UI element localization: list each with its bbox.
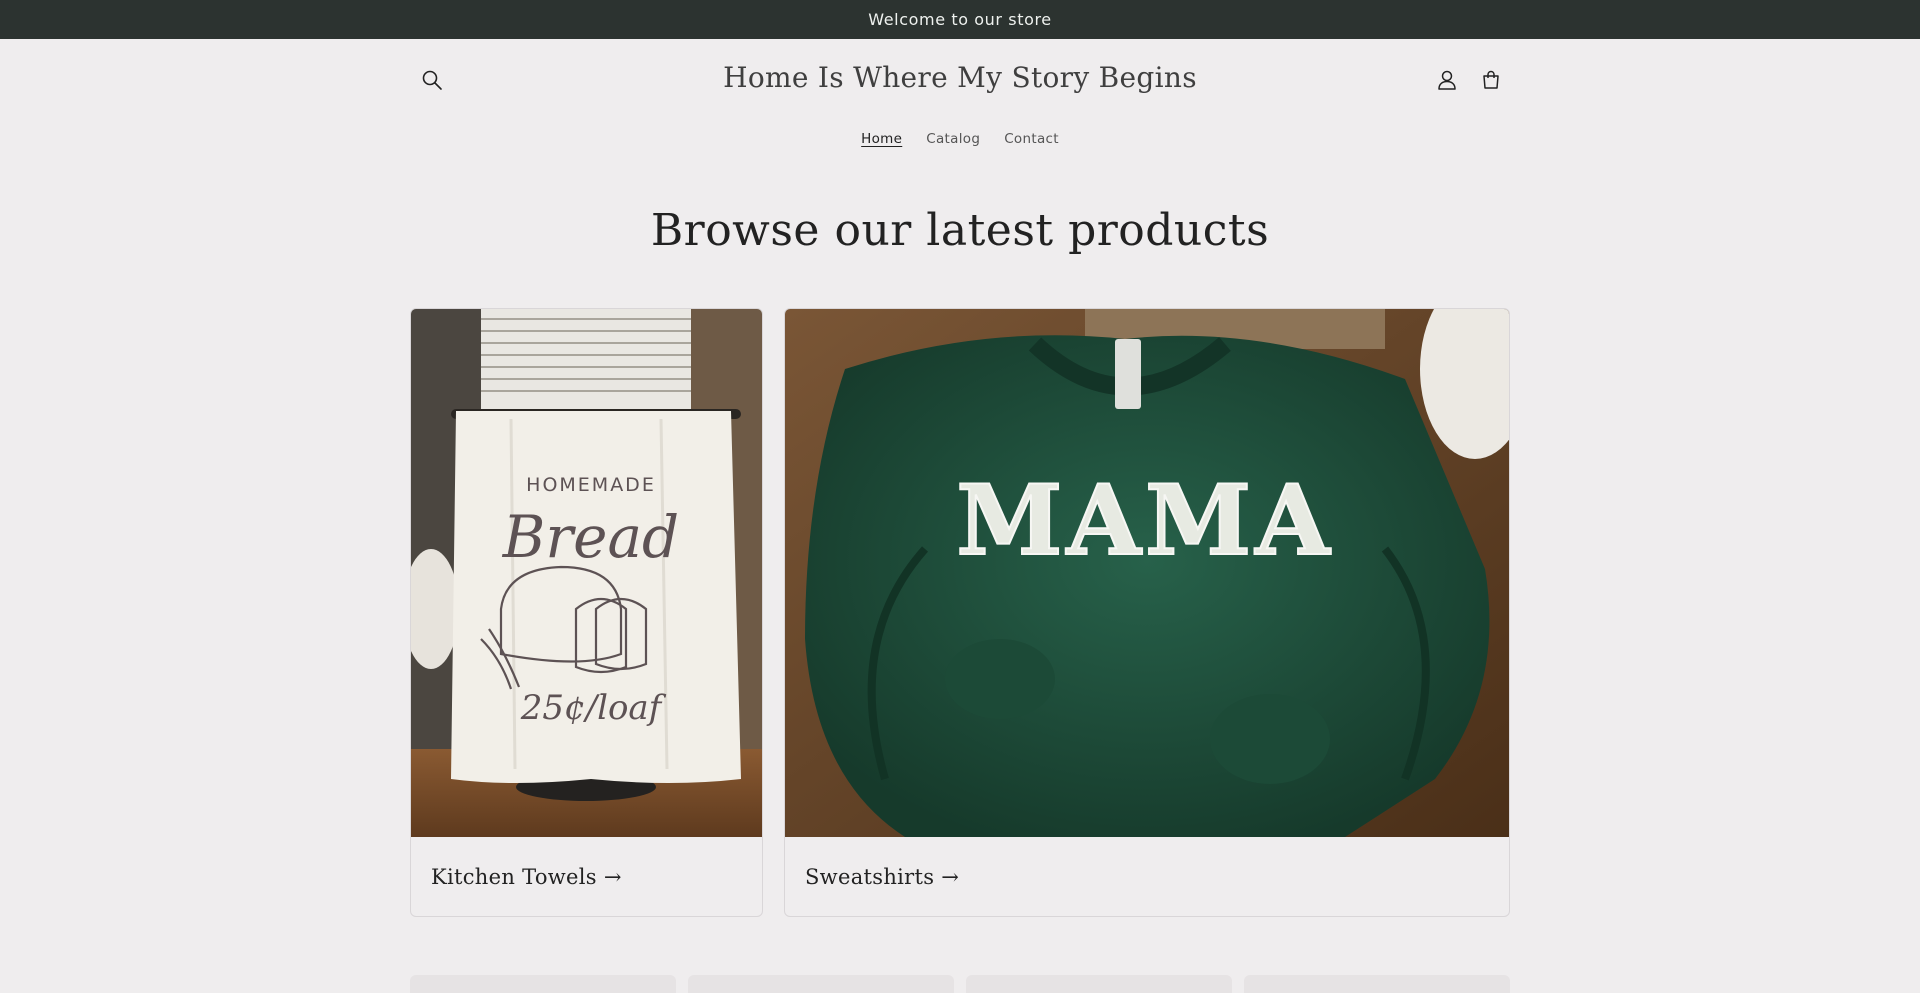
kitchen-towel-image: HOMEMADE Bread 25¢/loaf bbox=[411, 309, 762, 837]
section-heading: Browse our latest products bbox=[650, 205, 1270, 256]
collection-grid: HOMEMADE Bread 25¢/loaf Kitchen Towels → bbox=[410, 308, 1510, 917]
account-button[interactable] bbox=[1428, 61, 1466, 99]
preview-card bbox=[410, 975, 676, 993]
collection-title-kitchen-towels[interactable]: Kitchen Towels → bbox=[411, 837, 762, 916]
announcement-bar: Welcome to our store bbox=[0, 0, 1920, 39]
account-icon bbox=[1438, 70, 1456, 90]
cart-button[interactable] bbox=[1472, 61, 1510, 99]
towel-text-bread: Bread bbox=[502, 503, 679, 571]
announcement-text: Welcome to our store bbox=[868, 10, 1052, 29]
collection-card-sweatshirts[interactable]: MAMA Sweatshirts → bbox=[784, 308, 1510, 917]
sweatshirt-text-mama: MAMA bbox=[956, 464, 1334, 577]
towel-text-price: 25¢/loaf bbox=[520, 688, 667, 728]
store-title[interactable]: Home Is Where My Story Begins bbox=[0, 61, 1920, 94]
collection-title-sweatshirts[interactable]: Sweatshirts → bbox=[785, 837, 1509, 916]
nav-item-contact[interactable]: Contact bbox=[1004, 131, 1059, 147]
preview-card bbox=[966, 975, 1232, 993]
sweatshirt-image: MAMA bbox=[785, 309, 1509, 837]
collection-card-kitchen-towels[interactable]: HOMEMADE Bread 25¢/loaf Kitchen Towels → bbox=[410, 308, 763, 917]
main-nav: Home Catalog Contact bbox=[0, 121, 1920, 157]
cart-icon bbox=[1483, 70, 1499, 89]
towel-text-homemade: HOMEMADE bbox=[526, 474, 656, 496]
site-header: Home Is Where My Story Begins bbox=[0, 39, 1920, 121]
preview-card bbox=[688, 975, 954, 993]
nav-item-catalog[interactable]: Catalog bbox=[926, 131, 980, 147]
next-section-preview bbox=[410, 975, 1510, 993]
nav-item-home[interactable]: Home bbox=[861, 131, 902, 147]
preview-card bbox=[1244, 975, 1510, 993]
